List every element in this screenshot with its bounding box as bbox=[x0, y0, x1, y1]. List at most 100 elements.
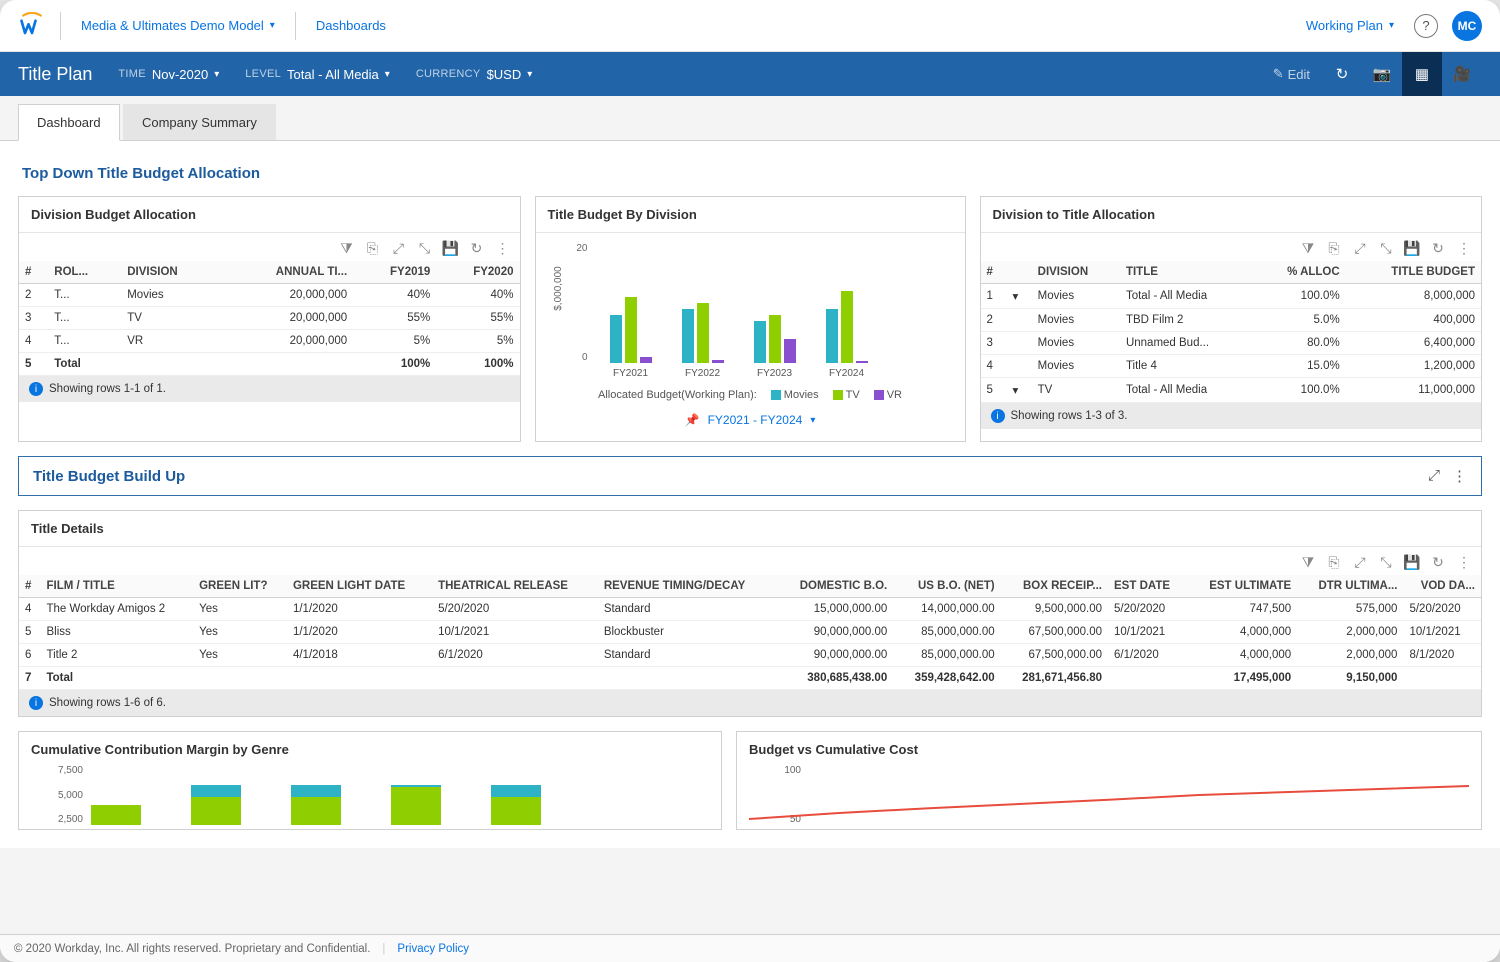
bar bbox=[640, 357, 652, 363]
stacked-bar-chart bbox=[31, 765, 709, 825]
info-icon: i bbox=[29, 696, 43, 710]
card-footer: i Showing rows 1-3 of 3. bbox=[981, 403, 1482, 429]
table-row[interactable]: 5BlissYes1/1/202010/1/2021Blockbuster90,… bbox=[19, 621, 1481, 644]
tab-dashboard[interactable]: Dashboard bbox=[18, 104, 120, 141]
collapse-icon[interactable]: ⤡ bbox=[416, 239, 434, 257]
bar bbox=[754, 321, 766, 363]
model-selector[interactable]: Media & Ultimates Demo Model ▾ bbox=[75, 14, 281, 37]
stack-bar bbox=[291, 785, 341, 825]
toolbar-blue: Title Plan TIME Nov-2020 ▾ LEVEL Total -… bbox=[0, 52, 1500, 96]
tabs: Dashboard Company Summary bbox=[0, 96, 1500, 141]
copy-icon[interactable]: ⎘ bbox=[1325, 553, 1343, 571]
user-avatar[interactable]: MC bbox=[1452, 11, 1482, 41]
table-row[interactable]: 3T...TV20,000,00055%55% bbox=[19, 307, 520, 330]
table-row[interactable]: 5Total100%100% bbox=[19, 353, 520, 376]
card-title-budget-by-division: Title Budget By Division $,000,000 200 A… bbox=[535, 196, 966, 442]
card-budget-vs-cost: Budget vs Cumulative Cost 10050 bbox=[736, 731, 1482, 830]
filter-icon[interactable]: ⧩ bbox=[1299, 553, 1317, 571]
card-ccm-by-genre: Cumulative Contribution Margin by Genre … bbox=[18, 731, 722, 830]
video-button[interactable]: 🎥 bbox=[1442, 52, 1482, 96]
caret-down-icon: ▾ bbox=[527, 69, 532, 80]
card-title: Division to Title Allocation bbox=[981, 197, 1482, 233]
caret-down-icon: ▾ bbox=[385, 69, 390, 80]
caret-down-icon: ▾ bbox=[810, 415, 815, 426]
table-row[interactable]: 4MoviesTitle 415.0%1,200,000 bbox=[981, 355, 1482, 378]
expand-icon[interactable]: ⤢ bbox=[390, 239, 408, 257]
card-title: Division Budget Allocation bbox=[19, 197, 520, 233]
table-row[interactable]: 6Title 2Yes4/1/20186/1/2020Standard90,00… bbox=[19, 644, 1481, 667]
stack-bar bbox=[391, 785, 441, 825]
refresh-icon[interactable]: ↻ bbox=[468, 239, 486, 257]
workday-logo-icon[interactable] bbox=[18, 12, 46, 40]
bar bbox=[784, 339, 796, 363]
stack-bar bbox=[491, 785, 541, 825]
bar-group bbox=[826, 243, 868, 363]
bar-group bbox=[610, 243, 652, 363]
refresh-icon[interactable]: ↻ bbox=[1429, 239, 1447, 257]
refresh-icon[interactable]: ↻ bbox=[1429, 553, 1447, 571]
plan-selector[interactable]: Working Plan ▾ bbox=[1300, 14, 1400, 37]
table-row[interactable]: 3MoviesUnnamed Bud...80.0%6,400,000 bbox=[981, 332, 1482, 355]
copy-icon[interactable]: ⎘ bbox=[1325, 239, 1343, 257]
privacy-link[interactable]: Privacy Policy bbox=[397, 943, 469, 955]
expand-icon[interactable]: ⤢ bbox=[1351, 239, 1369, 257]
help-icon[interactable]: ? bbox=[1414, 14, 1438, 38]
stack-bar bbox=[191, 785, 241, 825]
bar bbox=[769, 315, 781, 363]
save-icon[interactable]: 💾 bbox=[1403, 553, 1421, 571]
card-title: Title Details bbox=[19, 511, 1481, 547]
bar-group bbox=[682, 243, 724, 363]
stack-bar bbox=[91, 805, 141, 825]
bar bbox=[856, 361, 868, 363]
table-row[interactable]: 1▾MoviesTotal - All Media100.0%8,000,000 bbox=[981, 284, 1482, 309]
y-axis-ticks: 200 bbox=[558, 243, 588, 363]
table-row[interactable]: 2MoviesTBD Film 25.0%400,000 bbox=[981, 309, 1482, 332]
collapse-icon[interactable]: ⤡ bbox=[1377, 553, 1395, 571]
table-row[interactable]: 5▾TVTotal - All Media100.0%11,000,000 bbox=[981, 378, 1482, 403]
save-icon[interactable]: 💾 bbox=[442, 239, 460, 257]
camera-button[interactable]: 📷 bbox=[1362, 52, 1402, 96]
bar-group bbox=[754, 243, 796, 363]
details-table: #FILM / TITLEGREEN LIT?GREEN LIGHT DATET… bbox=[19, 575, 1481, 690]
kebab-icon[interactable]: ⋮ bbox=[494, 239, 512, 257]
edit-button[interactable]: ✎ Edit bbox=[1261, 52, 1322, 96]
table-row[interactable]: 7Total380,685,438.00359,428,642.00281,67… bbox=[19, 667, 1481, 690]
bar bbox=[610, 315, 622, 363]
maximize-icon[interactable]: ⤢ bbox=[1428, 467, 1440, 485]
kebab-icon[interactable]: ⋮ bbox=[1455, 553, 1473, 571]
card-title: Title Budget By Division bbox=[536, 197, 965, 233]
bar bbox=[841, 291, 853, 363]
card-footer: i Showing rows 1-6 of 6. bbox=[19, 690, 1481, 716]
table-row[interactable]: 4The Workday Amigos 2Yes1/1/20205/20/202… bbox=[19, 598, 1481, 621]
kebab-icon[interactable]: ⋮ bbox=[1452, 467, 1467, 485]
filter-icon[interactable]: ⧩ bbox=[338, 239, 356, 257]
bar bbox=[712, 360, 724, 363]
filter-icon[interactable]: ⧩ bbox=[1299, 239, 1317, 257]
model-name: Media & Ultimates Demo Model bbox=[81, 18, 264, 33]
dba-table: # ROL... DIVISION ANNUAL TI... FY2019 FY… bbox=[19, 261, 520, 376]
table-header-row: # ROL... DIVISION ANNUAL TI... FY2019 FY… bbox=[19, 261, 520, 284]
breadcrumb-dashboards[interactable]: Dashboards bbox=[310, 14, 392, 37]
chart-legend: Allocated Budget(Working Plan): Movies T… bbox=[548, 363, 953, 407]
table-header-row: # DIVISION TITLE % ALLOC TITLE BUDGET bbox=[981, 261, 1482, 284]
time-selector[interactable]: TIME Nov-2020 ▾ bbox=[118, 67, 219, 82]
copy-icon[interactable]: ⎘ bbox=[364, 239, 382, 257]
kebab-icon[interactable]: ⋮ bbox=[1455, 239, 1473, 257]
page-title: Title Plan bbox=[18, 64, 92, 85]
level-selector[interactable]: LEVEL Total - All Media ▾ bbox=[245, 67, 390, 82]
section-title-top-down: Top Down Title Budget Allocation bbox=[22, 165, 1482, 182]
collapse-icon[interactable]: ⤡ bbox=[1377, 239, 1395, 257]
date-range-selector[interactable]: 📌 FY2021 - FY2024 ▾ bbox=[548, 407, 953, 437]
caret-down-icon: ▾ bbox=[214, 69, 219, 80]
topbar: Media & Ultimates Demo Model ▾ Dashboard… bbox=[0, 0, 1500, 52]
card-division-budget-allocation: Division Budget Allocation ⧩ ⎘ ⤢ ⤡ 💾 ↻ ⋮… bbox=[18, 196, 521, 442]
currency-selector[interactable]: CURRENCY $USD ▾ bbox=[416, 67, 532, 82]
expand-icon[interactable]: ⤢ bbox=[1351, 553, 1369, 571]
save-icon[interactable]: 💾 bbox=[1403, 239, 1421, 257]
tab-company-summary[interactable]: Company Summary bbox=[123, 104, 276, 140]
refresh-button[interactable]: ↻ bbox=[1322, 52, 1362, 96]
pin-icon: 📌 bbox=[685, 413, 700, 427]
table-row[interactable]: 4T...VR20,000,0005%5% bbox=[19, 330, 520, 353]
table-row[interactable]: 2T...Movies20,000,00040%40% bbox=[19, 284, 520, 307]
grid-view-button[interactable]: ▦ bbox=[1402, 52, 1442, 96]
